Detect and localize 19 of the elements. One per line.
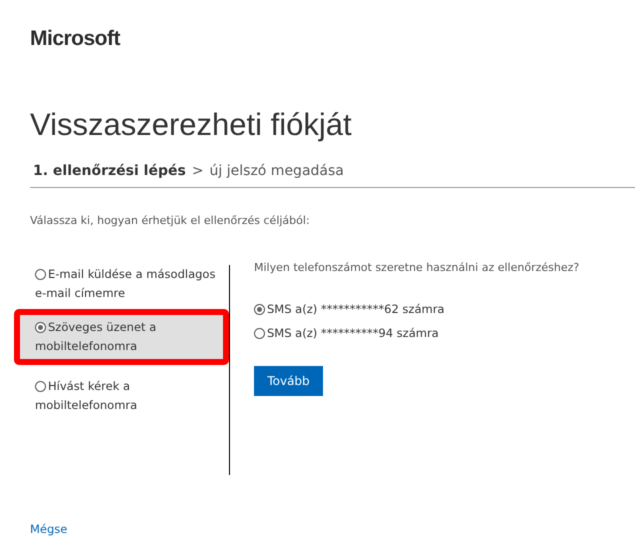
phone-option[interactable]: SMS a(z) ***********62 számra [254, 302, 444, 316]
radio-button[interactable] [35, 322, 46, 333]
page-title: Visszaszerezheti fiókját [30, 107, 353, 143]
next-button[interactable]: Tovább [254, 366, 323, 396]
question-text: Milyen telefonszámot szeretne használni az ellenőrzéshez? [254, 261, 580, 274]
radio-button[interactable] [35, 381, 46, 392]
phone-option[interactable]: SMS a(z) **********94 számra [254, 326, 439, 340]
radio-button[interactable] [254, 304, 265, 315]
instruction-text: Válassza ki, hogyan érhetjük el ellenőrzés céljából: [30, 214, 311, 227]
radio-button[interactable] [254, 328, 265, 339]
step-label: új jelszó megadása [210, 163, 344, 179]
step-label: 1. ellenőrzési lépés [33, 163, 186, 179]
step-separator: > [192, 163, 204, 179]
cancel-link[interactable]: Mégse [30, 522, 68, 536]
method-option[interactable]: Hívást kérek a mobiltelefonomra [12, 377, 229, 415]
brand-logo: Microsoft [30, 27, 122, 51]
method-option[interactable]: Szöveges üzenet a mobiltelefonomra [14, 309, 229, 365]
method-option[interactable]: E-mail küldése a másodlagos e-mail címemre [12, 265, 229, 303]
radio-button[interactable] [35, 269, 46, 280]
